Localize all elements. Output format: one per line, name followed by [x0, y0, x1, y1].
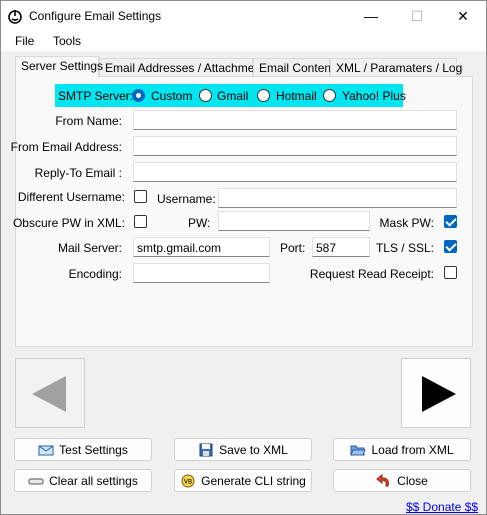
- load-from-xml-button[interactable]: Load from XML: [333, 438, 471, 461]
- encoding-input[interactable]: [133, 263, 270, 283]
- maximize-button[interactable]: ☐: [394, 1, 440, 31]
- port-input[interactable]: 587: [312, 237, 370, 257]
- menu-tools[interactable]: Tools: [53, 34, 81, 48]
- read-receipt-checkbox[interactable]: [444, 266, 457, 279]
- save-to-xml-button[interactable]: Save to XML: [174, 438, 312, 461]
- mask-pw-label: Mask PW:: [379, 216, 434, 230]
- envelope-icon: [38, 445, 54, 455]
- encoding-label: Encoding:: [68, 267, 122, 281]
- smtp-server-label: SMTP Server:: [58, 89, 134, 103]
- from-name-input[interactable]: [133, 110, 457, 130]
- folder-open-icon: [350, 445, 367, 455]
- obscure-pw-label: Obscure PW in XML:: [12, 216, 125, 230]
- save-icon: [199, 443, 213, 456]
- from-email-input[interactable]: [133, 136, 457, 156]
- read-receipt-label: Request Read Receipt:: [309, 267, 434, 281]
- window-title: Configure Email Settings: [29, 9, 162, 23]
- tab-xml-parameters[interactable]: XML / Paramaters / Log: [330, 58, 462, 77]
- svg-text:VB: VB: [184, 478, 192, 485]
- radio-hotmail[interactable]: [257, 89, 270, 102]
- app-logo-icon: [8, 10, 22, 24]
- from-email-label: From Email Address:: [10, 140, 122, 154]
- previous-tab-button[interactable]: [15, 358, 85, 428]
- load-from-xml-label: Load from XML: [371, 442, 454, 457]
- minimize-icon: —: [364, 8, 378, 24]
- radio-hotmail-label: Hotmail: [276, 89, 317, 103]
- donate-link[interactable]: $$ Donate $$: [406, 500, 478, 514]
- mail-server-input[interactable]: smtp.gmail.com: [133, 237, 270, 257]
- close-icon: ✕: [457, 7, 469, 24]
- mask-pw-checkbox[interactable]: [444, 215, 457, 228]
- from-name-label: From Name:: [55, 114, 122, 128]
- radio-yahoo[interactable]: [323, 89, 336, 102]
- radio-gmail-label: Gmail: [217, 89, 249, 103]
- tab-email-content[interactable]: Email Content: [253, 58, 334, 77]
- different-username-checkbox[interactable]: [134, 190, 147, 203]
- arrow-right-icon: [422, 376, 456, 412]
- tab-email-addresses[interactable]: Email Addresses / Attachment: [99, 58, 264, 77]
- eraser-icon: [28, 478, 44, 484]
- title-bar: Configure Email Settings — ☐ ✕: [1, 1, 486, 31]
- reply-to-input[interactable]: [133, 162, 457, 182]
- clear-settings-label: Clear all settings: [49, 473, 138, 488]
- save-to-xml-label: Save to XML: [219, 442, 288, 457]
- next-tab-button[interactable]: [401, 358, 471, 428]
- tls-ssl-label: TLS / SSL:: [375, 241, 434, 255]
- username-input[interactable]: [218, 188, 457, 208]
- test-settings-button[interactable]: Test Settings: [14, 438, 152, 461]
- tab-server-settings[interactable]: Server Settings: [15, 56, 103, 77]
- generate-cli-label: Generate CLI string: [201, 473, 306, 488]
- close-button[interactable]: Close: [333, 469, 471, 492]
- maximize-icon: ☐: [410, 7, 424, 24]
- reply-to-label: Reply-To Email :: [34, 166, 122, 180]
- obscure-pw-checkbox[interactable]: [134, 215, 147, 228]
- different-username-label: Different Username:: [17, 190, 125, 204]
- tls-ssl-checkbox[interactable]: [444, 240, 457, 253]
- mail-server-label: Mail Server:: [57, 241, 122, 255]
- close-window-button[interactable]: ✕: [440, 1, 486, 31]
- minimize-button[interactable]: —: [348, 1, 394, 31]
- pw-input[interactable]: [218, 211, 370, 231]
- pw-label: PW:: [188, 216, 211, 230]
- test-settings-label: Test Settings: [59, 442, 128, 457]
- radio-yahoo-label: Yahoo! Plus: [342, 89, 406, 103]
- generate-cli-button[interactable]: VB Generate CLI string: [174, 469, 312, 492]
- arrow-left-icon: [32, 376, 66, 412]
- radio-gmail[interactable]: [199, 89, 212, 102]
- radio-custom[interactable]: [132, 89, 145, 102]
- menu-file[interactable]: File: [15, 34, 34, 48]
- radio-custom-label: Custom: [151, 89, 193, 103]
- vb-script-icon: VB: [181, 474, 195, 487]
- port-label: Port:: [280, 241, 306, 255]
- username-label: Username:: [157, 192, 216, 206]
- close-label: Close: [397, 473, 428, 488]
- main-window: Configure Email Settings — ☐ ✕ File Tool…: [0, 0, 487, 515]
- menu-bar: File Tools: [1, 31, 486, 51]
- clear-settings-button[interactable]: Clear all settings: [14, 469, 152, 492]
- undo-arrow-icon: [376, 473, 390, 486]
